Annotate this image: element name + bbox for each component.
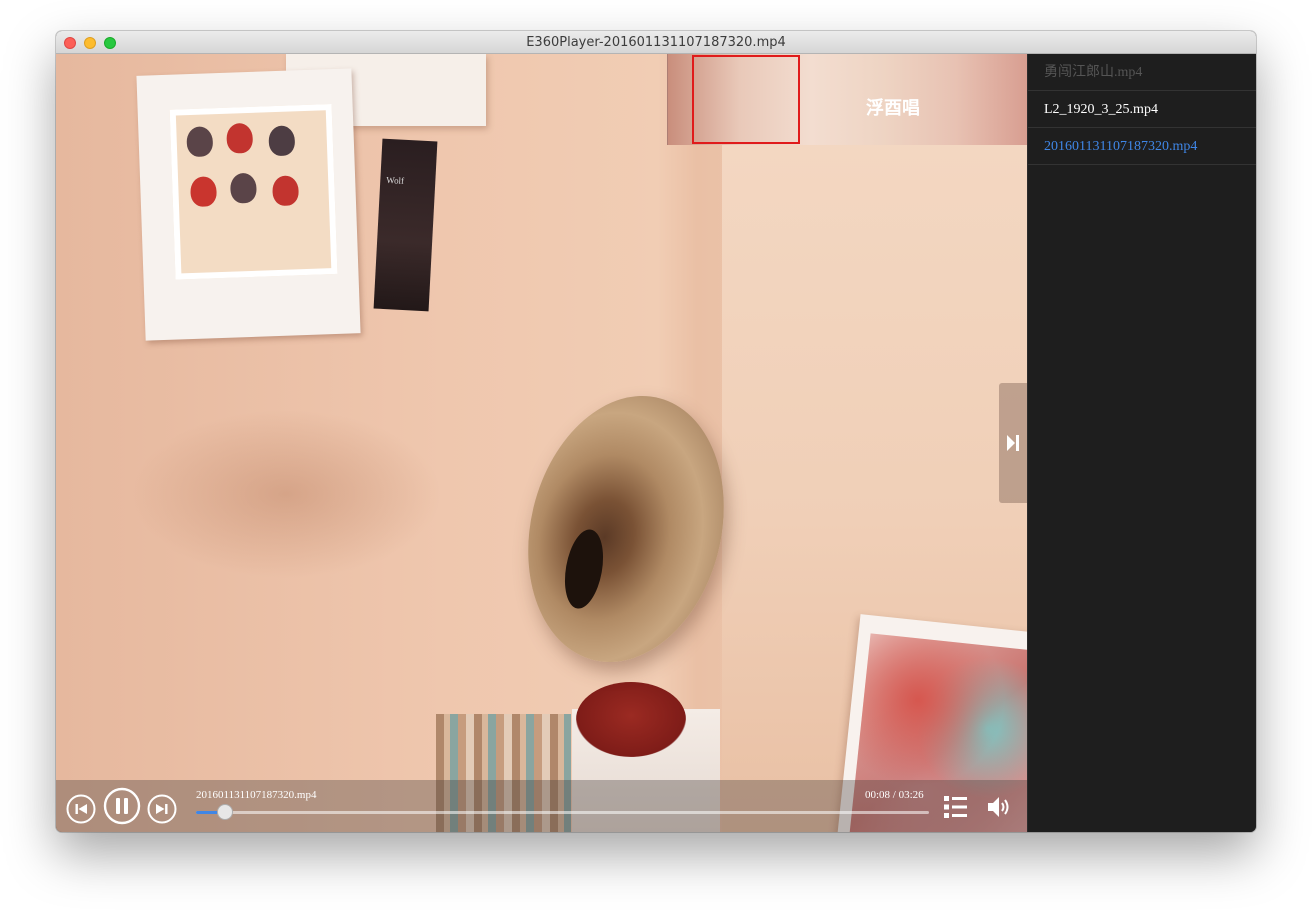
player-window: E360Player-201601131107187320.mp4 Wolf 浮… (56, 31, 1256, 832)
playlist-item[interactable]: L2_1920_3_25.mp4 (1028, 91, 1256, 128)
progress-bar[interactable] (196, 804, 929, 820)
sidebar-toggle-button[interactable] (999, 383, 1027, 503)
scene-turntable (576, 682, 686, 757)
poster-text: Wolf (386, 174, 405, 186)
progress-bar-handle[interactable] (216, 804, 233, 820)
minimap-viewport-indicator[interactable] (692, 55, 800, 144)
playlist-item-active[interactable]: 201601131107187320.mp4 (1028, 128, 1256, 165)
skip-next-icon (147, 794, 177, 824)
playlist-item-label: 勇闯江郎山.mp4 (1044, 65, 1143, 80)
pause-icon (103, 787, 141, 825)
window-title: E360Player-201601131107187320.mp4 (526, 35, 786, 50)
minimap-overlay-text: 浮酉唱 (866, 98, 920, 119)
volume-icon (988, 797, 1009, 817)
video-viewport[interactable]: Wolf 浮酉唱 201601131107187320.mp4 00:08 / … (56, 54, 1027, 832)
previous-button[interactable] (66, 794, 96, 829)
skip-previous-icon (66, 794, 96, 824)
now-playing-label: 201601131107187320.mp4 (196, 789, 317, 801)
scene-poster: Wolf (373, 138, 438, 312)
title-bar[interactable]: E360Player-201601131107187320.mp4 (56, 31, 1256, 54)
time-display: 00:08 / 03:26 (865, 789, 924, 801)
volume-button[interactable] (987, 795, 1013, 824)
scene-gramophone-horn (501, 375, 751, 683)
list-icon (944, 796, 967, 818)
collapse-right-icon (1007, 435, 1019, 451)
control-bar: 201601131107187320.mp4 00:08 / 03:26 (56, 780, 1027, 832)
playlist-item-label: L2_1920_3_25.mp4 (1044, 102, 1158, 117)
playlist-button[interactable] (943, 795, 969, 824)
pause-button[interactable] (103, 787, 141, 830)
next-button[interactable] (147, 794, 177, 829)
playlist-item[interactable]: 勇闯江郎山.mp4 (1028, 54, 1256, 91)
playlist-item-label: 201601131107187320.mp4 (1044, 139, 1198, 154)
panorama-minimap[interactable]: 浮酉唱 (667, 54, 1027, 145)
playlist-panel: 勇闯江郎山.mp4 L2_1920_3_25.mp4 2016011311071… (1027, 54, 1256, 832)
scene-frame-print (136, 68, 361, 341)
